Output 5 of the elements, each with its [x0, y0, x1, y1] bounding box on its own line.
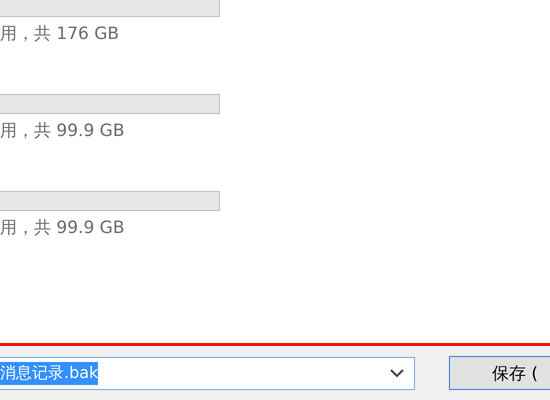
drive-usage-text: 用，共 99.9 GB: [0, 120, 126, 142]
save-button[interactable]: 保存 (: [449, 356, 550, 390]
drive-usage-text: 用，共 176 GB: [0, 23, 120, 45]
chevron-down-icon: [390, 368, 404, 378]
drive-usage-text: 用，共 99.9 GB: [0, 217, 126, 239]
